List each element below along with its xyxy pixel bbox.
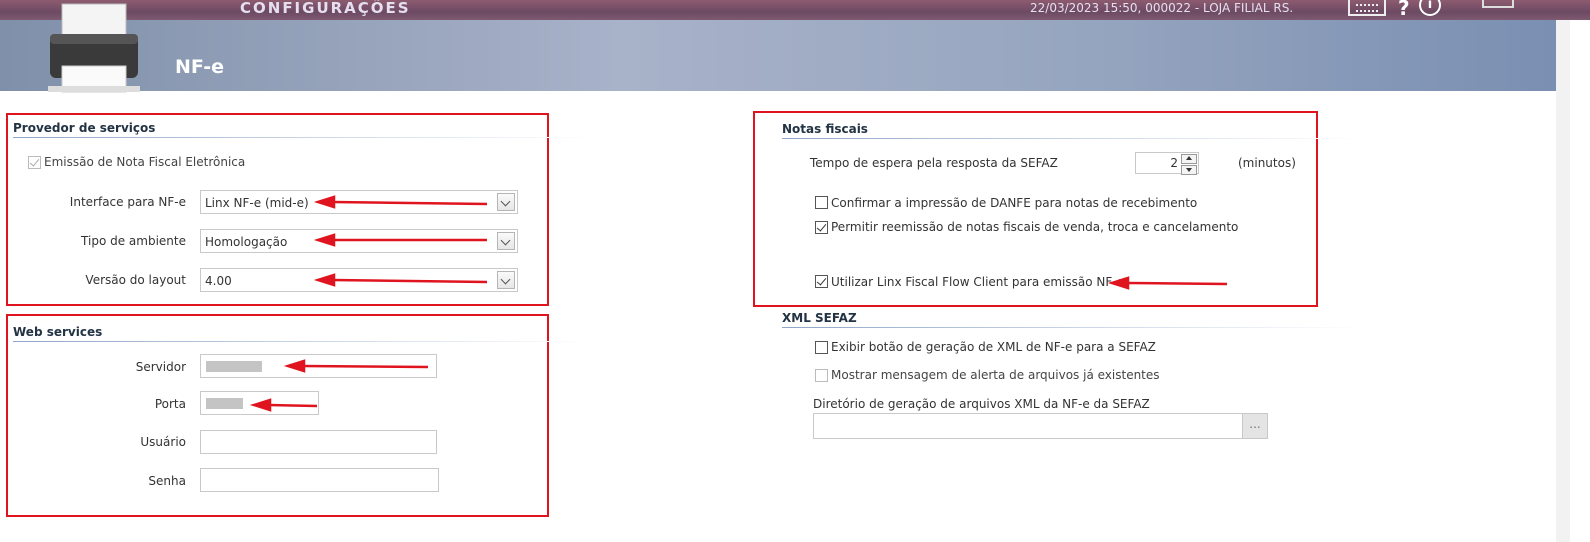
arrow-icon — [313, 233, 336, 247]
arrow-icon — [313, 273, 336, 287]
arrow-icon — [313, 195, 336, 209]
annotation-arrows — [249, 195, 1228, 412]
arrow-icon — [249, 398, 272, 412]
arrow-icon — [1107, 276, 1130, 290]
arrow-icon — [283, 359, 306, 373]
